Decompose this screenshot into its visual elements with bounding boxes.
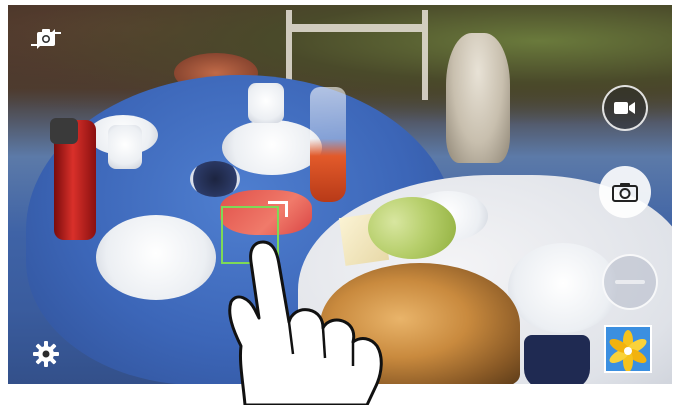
camera-mode-button[interactable] [602,254,658,310]
scene-statue [446,33,510,163]
gallery-thumbnail-button[interactable] [604,325,652,373]
scene-cup [248,83,284,123]
tap-hand-icon [228,240,383,405]
switch-camera-button[interactable] [30,26,62,52]
video-camera-icon [614,102,635,114]
focus-frame-corner [268,201,288,217]
switch-camera-icon [31,29,61,49]
scene-plate [96,215,216,300]
scene-thermos-cap [50,118,78,144]
gallery-thumbnail-icon [606,327,650,371]
gear-icon [33,341,59,367]
settings-button[interactable] [32,340,60,368]
mode-selector-icon [615,280,645,284]
scene-carafe [310,87,346,202]
scene-plate [508,243,618,333]
scene-dark-cup [524,335,590,384]
scene-plate [222,120,322,175]
scene-blueberry-bowl [190,161,240,197]
camera-icon [612,183,638,202]
record-video-button[interactable] [602,85,648,131]
scene-cup [108,125,142,169]
take-photo-button[interactable] [599,166,651,218]
